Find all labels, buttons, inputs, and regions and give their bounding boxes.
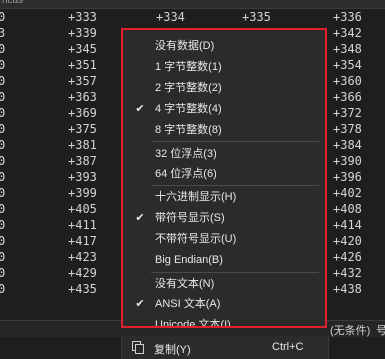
address-cell: 0 — [0, 42, 6, 56]
menu-item-unicode-text[interactable]: Unicode 文本(I) — [123, 315, 325, 328]
value-cell: +426 — [333, 250, 362, 264]
value-cell: +414 — [333, 218, 362, 232]
address-cell: 0 — [0, 138, 6, 152]
value-cell: +378 — [333, 122, 362, 136]
address-cell: 0 — [0, 58, 6, 72]
value-cell: +387 — [68, 154, 97, 168]
menu-item-hex[interactable]: 十六进制显示(H) — [123, 187, 325, 207]
checkmark-icon: ✔ — [135, 298, 145, 310]
value-cell: +408 — [333, 202, 362, 216]
copy-icon — [132, 341, 144, 354]
menu-item-int8[interactable]: 8 字节整数(8) — [123, 120, 325, 140]
address-cell: 0 — [0, 202, 6, 216]
address-cell: 0 — [0, 74, 6, 88]
value-cell: +372 — [333, 106, 362, 120]
value-cell: +348 — [333, 42, 362, 56]
value-cell: +399 — [68, 186, 97, 200]
value-cell: +402 — [333, 186, 362, 200]
menu-item-label: 2 字节整数(2) — [155, 82, 222, 94]
menu-item-label: ANSI 文本(A) — [155, 298, 221, 310]
value-cell: +360 — [333, 74, 362, 88]
value-cell: +339 — [68, 26, 97, 40]
menu-separator — [151, 272, 319, 273]
menu-separator — [151, 141, 319, 142]
menu-item-label: 没有数据(D) — [155, 40, 215, 52]
title-fragment: ncas — [2, 0, 24, 6]
value-cell: +393 — [68, 170, 97, 184]
address-cell: 0 — [0, 282, 6, 296]
checkmark-icon: ✔ — [135, 103, 145, 115]
address-cell: 0 — [0, 90, 6, 104]
address-cell: 0 — [0, 218, 6, 232]
menu-item-label: Unicode 文本(I) — [155, 319, 231, 328]
value-cell: +345 — [68, 42, 97, 56]
menu-item-big-endian[interactable]: Big Endian(B) — [123, 250, 325, 270]
value-cell: +417 — [68, 234, 97, 248]
value-cell: +333 — [68, 10, 97, 24]
value-cell: +438 — [333, 282, 362, 296]
address-cell: 0 — [0, 250, 6, 264]
value-cell: +420 — [333, 234, 362, 248]
shortcut-label: Ctrl+C — [272, 341, 304, 353]
address-cell: 0 — [0, 106, 6, 120]
value-cell: +432 — [333, 266, 362, 280]
menu-item-unsigned[interactable]: 不带符号显示(U) — [123, 229, 325, 249]
menu-item-label: Big Endian(B) — [155, 254, 223, 266]
value-cell: +336 — [333, 10, 362, 24]
value-cell: +334 — [156, 10, 185, 24]
value-cell: +396 — [333, 170, 362, 184]
condition-status: (无条件) — [330, 325, 371, 337]
menu-item-int1[interactable]: 1 字节整数(1) — [123, 57, 325, 77]
menu-item-label: 1 字节整数(1) — [155, 61, 222, 73]
address-cell: 0 — [0, 122, 6, 136]
value-cell: +342 — [333, 26, 362, 40]
menu-item-label: 带符号显示(S) — [155, 212, 225, 224]
address-cell: 0 — [0, 154, 6, 168]
menu-item-label: 64 位浮点(6) — [155, 168, 217, 180]
value-cell: +384 — [333, 138, 362, 152]
address-cell: 0 — [0, 266, 6, 280]
table-row: 0 +333 +334 +335 +336 — [0, 10, 385, 26]
menu-item-ansi-text[interactable]: ✔ ANSI 文本(A) — [123, 294, 325, 314]
value-cell: +381 — [68, 138, 97, 152]
value-cell: +429 — [68, 266, 97, 280]
menu-item-signed[interactable]: ✔ 带符号显示(S) — [123, 208, 325, 228]
menu-item-label: 4 字节整数(4) — [155, 103, 222, 115]
value-cell: +354 — [333, 58, 362, 72]
menu-item-label: 复制(Y) — [154, 344, 191, 356]
address-cell: 3 — [0, 26, 6, 40]
value-cell: +363 — [68, 90, 97, 104]
value-cell: +423 — [68, 250, 97, 264]
status-tail: 号 — [376, 325, 385, 337]
address-cell: 0 — [0, 170, 6, 184]
menu-item-int4[interactable]: ✔ 4 字节整数(4) — [123, 99, 325, 119]
value-cell: +369 — [68, 106, 97, 120]
value-cell: +335 — [242, 10, 271, 24]
menu-item-label: 没有文本(N) — [155, 278, 215, 290]
context-menu: 没有数据(D) 1 字节整数(1) 2 字节整数(2) ✔ 4 字节整数(4) … — [121, 28, 327, 328]
value-cell: +390 — [333, 154, 362, 168]
menu-separator — [151, 185, 319, 186]
address-cell: 0 — [0, 186, 6, 200]
value-cell: +366 — [333, 90, 362, 104]
value-cell: +351 — [68, 58, 97, 72]
menu-item-no-data[interactable]: 没有数据(D) — [123, 36, 325, 56]
value-cell: +405 — [68, 202, 97, 216]
value-cell: +435 — [68, 282, 97, 296]
value-cell: +375 — [68, 122, 97, 136]
menu-item-int2[interactable]: 2 字节整数(2) — [123, 78, 325, 98]
menu-item-copy[interactable]: 复制(Y) Ctrl+C — [121, 336, 329, 359]
menu-item-label: 32 位浮点(3) — [155, 148, 217, 160]
menu-item-float32[interactable]: 32 位浮点(3) — [123, 144, 325, 164]
menu-item-label: 十六进制显示(H) — [155, 191, 237, 203]
menu-item-label: 8 字节整数(8) — [155, 124, 222, 136]
checkmark-icon: ✔ — [135, 212, 145, 224]
address-cell: 0 — [0, 10, 6, 24]
value-cell: +411 — [68, 218, 97, 232]
menu-item-float64[interactable]: 64 位浮点(6) — [123, 164, 325, 184]
value-cell: +357 — [68, 74, 97, 88]
address-cell: 0 — [0, 234, 6, 248]
menu-item-no-text[interactable]: 没有文本(N) — [123, 274, 325, 294]
menu-item-label: 不带符号显示(U) — [155, 233, 237, 245]
